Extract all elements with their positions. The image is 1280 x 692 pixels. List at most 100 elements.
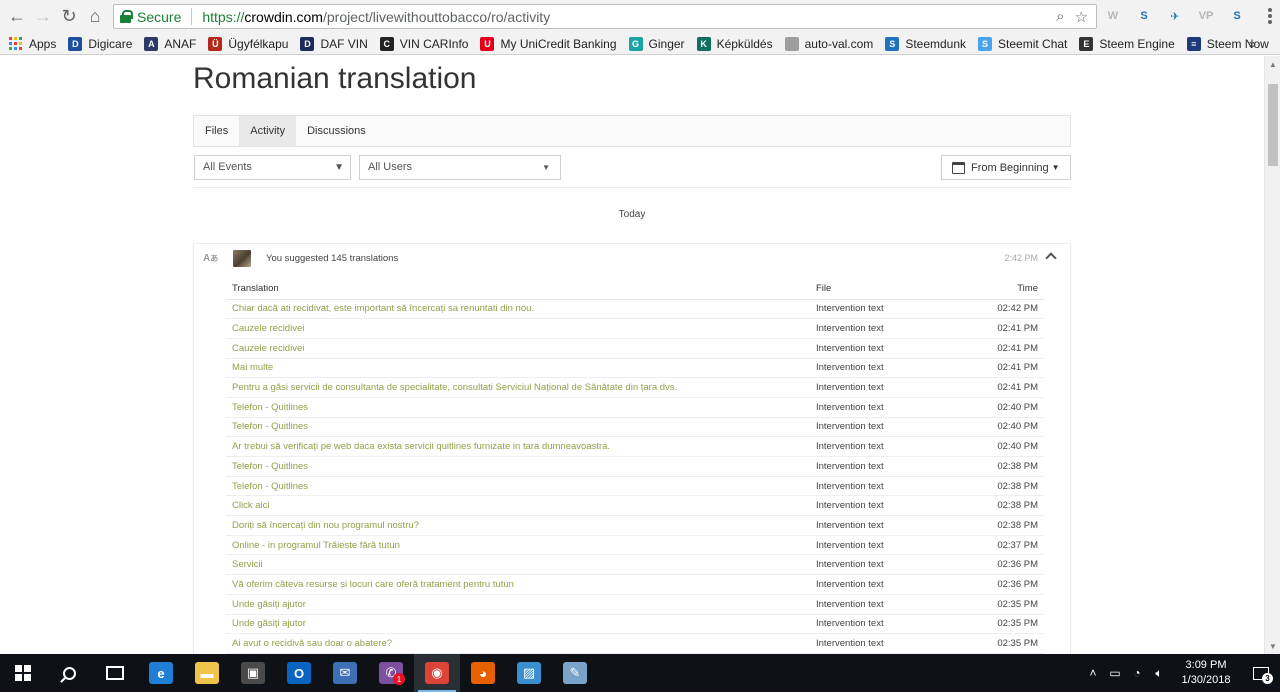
table-row[interactable]: Unde găsiți ajutor Intervention text 02:35… (226, 614, 1044, 635)
chrome-menu-icon[interactable] (1268, 8, 1272, 24)
table-row[interactable]: Mai multe Intervention text 02:41 PM (226, 358, 1044, 379)
translation-link[interactable]: Click aici (226, 495, 810, 517)
table-row[interactable]: Telefon - Quitlines Intervention text 02:3… (226, 476, 1044, 497)
bookmark-label: Digicare (88, 36, 133, 51)
tab-discussions[interactable]: Discussions (296, 116, 377, 146)
taskbar-app-button[interactable]: ▣ (230, 654, 276, 692)
translation-link[interactable]: Ai avut o recidivă sau doar o abatere? (226, 633, 810, 654)
scroll-down-icon[interactable]: ▼ (1265, 638, 1280, 654)
translation-link[interactable]: Telefon - Quitlines (226, 417, 810, 438)
table-row[interactable]: Telefon - Quitlines Intervention text 02:3… (226, 456, 1044, 477)
table-row[interactable]: Ar trebui să verificați pe web daca exis… (226, 436, 1044, 457)
task-view-button[interactable] (92, 654, 138, 692)
translation-link[interactable]: Pentru a găsi servicii de consultanta de… (226, 377, 810, 398)
table-row[interactable]: Vă oferim câteva resurse și locuri care … (226, 574, 1044, 595)
taskbar-app-button[interactable]: ◕ (460, 654, 506, 692)
forward-button[interactable]: → (30, 4, 56, 30)
start-button[interactable] (0, 654, 46, 692)
translation-link[interactable]: Mai multe (226, 358, 810, 379)
bookmark-item[interactable]: Ü Ügyfélkapu (208, 36, 288, 51)
translation-link[interactable]: Online - in programul Trăieste fără tutu… (226, 535, 810, 556)
action-center-button[interactable]: 3 (1242, 654, 1280, 692)
chevron-up-icon[interactable]: ˄ (1082, 666, 1104, 680)
bookmark-item[interactable]: S Steemit Chat (978, 36, 1067, 51)
translation-link[interactable]: Telefon - Quitlines (226, 456, 810, 477)
bookmark-item[interactable]: auto-val.com (784, 36, 873, 51)
table-row[interactable]: Click aici Intervention text 02:38 PM (226, 495, 1044, 517)
extension-icon[interactable]: S (1226, 5, 1248, 27)
taskbar-app-button[interactable]: ✉ (322, 654, 368, 692)
taskbar-app-button[interactable]: ✎ (552, 654, 598, 692)
table-row[interactable]: Ai avut o recidivă sau doar o abatere? In… (226, 633, 1044, 654)
taskbar-app-button[interactable]: ▬ (184, 654, 230, 692)
translation-link[interactable]: Cauzele recidivei (226, 318, 810, 339)
back-button[interactable]: ← (4, 4, 30, 30)
table-row[interactable]: Servicii Intervention text 02:36 PM (226, 554, 1044, 576)
extension-icon[interactable]: W (1102, 5, 1124, 27)
translation-link[interactable]: Telefon - Quitlines (226, 476, 810, 497)
extension-icon[interactable]: VP (1195, 5, 1217, 27)
bookmark-item[interactable]: G Ginger (628, 36, 685, 51)
table-row[interactable]: Online - in programul Trăieste fără tutu… (226, 535, 1044, 556)
system-clock[interactable]: 3:09 PM 1/30/2018 (1170, 658, 1242, 688)
home-button[interactable]: ⌂ (82, 4, 108, 30)
url-protocol: https:// (202, 8, 245, 25)
column-header-translation: Translation (226, 279, 810, 300)
table-row[interactable]: Telefon - Quitlines Intervention text 02:4… (226, 397, 1044, 418)
avatar[interactable] (233, 250, 251, 267)
translation-link[interactable]: Chiar dacă ati recidivat, este important… (226, 299, 810, 320)
bookmark-item[interactable]: D DAF VIN (300, 36, 368, 51)
taskbar-app-button[interactable]: ▨ (506, 654, 552, 692)
bookmark-item[interactable]: E Steem Engine (1079, 36, 1175, 51)
table-row[interactable]: Cauzele recidivei Intervention text 02:41 … (226, 318, 1044, 339)
bookmark-star-icon[interactable]: ☆ (1075, 8, 1088, 26)
wifi-icon[interactable]: ◔ (1126, 666, 1148, 680)
scroll-up-icon[interactable]: ▲ (1265, 56, 1280, 72)
taskbar-app-button[interactable]: O (276, 654, 322, 692)
date-range-button[interactable]: From Beginning ▼ (941, 155, 1071, 180)
battery-icon[interactable]: ▭ (1104, 666, 1126, 680)
translation-link[interactable]: Telefon - Quitlines (226, 397, 810, 418)
translation-link[interactable]: Cauzele recidivei (226, 338, 810, 359)
bookmark-item[interactable]: D Digicare (68, 36, 133, 51)
table-row[interactable]: Doriți să încercați din nou programul no… (226, 515, 1044, 536)
file-cell: Intervention text (810, 633, 951, 654)
zoom-search-icon[interactable]: ⌕ (1056, 8, 1064, 26)
bookmark-item[interactable]: C VIN CARInfo (379, 36, 468, 51)
page-scrollbar[interactable]: ▲ ▼ (1264, 56, 1280, 654)
search-button[interactable] (46, 654, 92, 692)
bookmark-item[interactable]: K Képküldés (696, 36, 773, 51)
translation-link[interactable]: Unde găsiți ajutor (226, 594, 810, 615)
taskbar-app-button[interactable]: e (138, 654, 184, 692)
bookmark-item[interactable]: A ANAF (144, 36, 196, 51)
tab-files[interactable]: Files (194, 116, 239, 146)
extension-icon[interactable]: S (1133, 5, 1155, 27)
table-row[interactable]: Chiar dacă ati recidivat, este important… (226, 299, 1044, 320)
more-bookmarks-icon[interactable]: » (1249, 36, 1256, 51)
taskbar-app-button[interactable]: ◉ (414, 654, 460, 692)
tab-activity[interactable]: Activity (239, 116, 297, 146)
bookmark-item[interactable]: S Steemdunk (885, 36, 966, 51)
translation-link[interactable]: Servicii (226, 554, 810, 576)
translation-link[interactable]: Unde găsiți ajutor (226, 614, 810, 635)
bookmark-item[interactable]: U My UniCredit Banking (480, 36, 617, 51)
table-row[interactable]: Telefon - Quitlines Intervention text 02:4… (226, 417, 1044, 438)
reload-button[interactable]: ↻ (56, 4, 82, 30)
translation-link[interactable]: Ar trebui să verificați pe web daca exis… (226, 436, 810, 457)
bookmark-item[interactable]: Apps (9, 37, 56, 51)
volume-icon[interactable]: 🔈︎ (1148, 666, 1170, 681)
translation-link[interactable]: Vă oferim câteva resurse și locuri care … (226, 574, 810, 595)
users-filter-select[interactable]: All Users ▼ (359, 155, 561, 180)
scrollbar-thumb[interactable] (1268, 84, 1278, 166)
table-row[interactable]: Unde găsiți ajutor Intervention text 02:35… (226, 594, 1044, 615)
address-bar[interactable]: Secure https://crowdin.com/project/livew… (113, 4, 1097, 29)
bookmark-item[interactable]: ≡ Steem Now (1186, 36, 1269, 51)
extension-icon[interactable]: ✈ (1164, 5, 1186, 27)
events-filter-select[interactable]: All Events ▼ (194, 155, 351, 180)
chevron-up-icon[interactable] (1044, 249, 1058, 263)
table-row[interactable]: Pentru a găsi servicii de consultanta de… (226, 377, 1044, 398)
translation-link[interactable]: Doriți să încercați din nou programul no… (226, 515, 810, 536)
table-row[interactable]: Cauzele recidivei Intervention text 02:41 … (226, 338, 1044, 359)
taskbar-app-button[interactable]: ✆ 1 (368, 654, 414, 692)
ginger-icon: G (628, 36, 643, 51)
